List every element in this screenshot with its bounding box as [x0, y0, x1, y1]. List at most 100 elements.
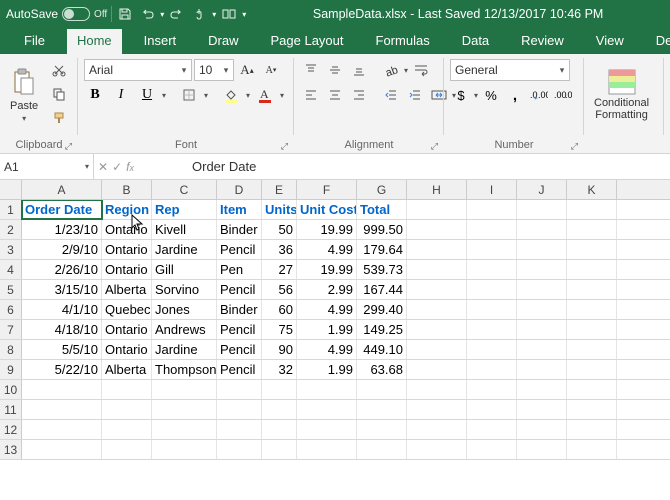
row-header[interactable]: 8 [0, 340, 22, 359]
cell[interactable] [467, 260, 517, 279]
italic-button[interactable]: I [110, 84, 132, 106]
align-right-icon[interactable] [348, 84, 370, 106]
spreadsheet-grid[interactable]: ABCDEFGHIJK 1Order DateRegionRepItemUnit… [0, 180, 670, 500]
grow-font-icon[interactable]: A▴ [236, 59, 258, 81]
enter-formula-icon[interactable]: ✓ [112, 160, 122, 174]
undo-icon[interactable] [138, 5, 156, 23]
tab-insert[interactable]: Insert [134, 29, 187, 54]
cell[interactable] [567, 340, 617, 359]
cell[interactable] [467, 320, 517, 339]
cell[interactable]: 19.99 [297, 220, 357, 239]
cell[interactable]: 449.10 [357, 340, 407, 359]
row-header[interactable]: 3 [0, 240, 22, 259]
font-size-combo[interactable]: 10▾ [194, 59, 234, 81]
column-header[interactable]: G [357, 180, 407, 199]
cell[interactable]: 4/1/10 [22, 300, 102, 319]
tab-formulas[interactable]: Formulas [366, 29, 440, 54]
row-header[interactable]: 5 [0, 280, 22, 299]
cell[interactable] [297, 420, 357, 439]
column-header[interactable]: B [102, 180, 152, 199]
cell[interactable]: 999.50 [357, 220, 407, 239]
cell[interactable] [517, 240, 567, 259]
cell[interactable]: 50 [262, 220, 297, 239]
cell[interactable] [407, 340, 467, 359]
conditional-formatting-button[interactable]: ConditionalFormatting [590, 57, 653, 133]
name-box[interactable]: A1 ▾ [0, 154, 94, 179]
save-icon[interactable] [116, 5, 134, 23]
cell[interactable] [567, 300, 617, 319]
cell[interactable]: Region [102, 200, 152, 219]
cell[interactable] [407, 220, 467, 239]
cell[interactable] [217, 440, 262, 459]
column-header[interactable]: H [407, 180, 467, 199]
cell[interactable]: Units [262, 200, 297, 219]
redo-icon[interactable] [168, 5, 186, 23]
cell[interactable] [467, 200, 517, 219]
fill-color-icon[interactable] [220, 84, 242, 106]
percent-icon[interactable]: % [480, 84, 502, 106]
cut-icon[interactable] [48, 59, 70, 81]
font-color-icon[interactable]: A [254, 84, 276, 106]
cell[interactable] [467, 420, 517, 439]
cell[interactable]: Pencil [217, 240, 262, 259]
cell[interactable] [297, 440, 357, 459]
cell[interactable]: 299.40 [357, 300, 407, 319]
cell[interactable]: Pencil [217, 280, 262, 299]
cell[interactable] [407, 400, 467, 419]
align-top-icon[interactable] [300, 59, 322, 81]
cell[interactable] [467, 240, 517, 259]
alignment-launcher-icon[interactable]: ⤢ [431, 141, 438, 152]
cell[interactable] [102, 420, 152, 439]
cell[interactable]: Pencil [217, 340, 262, 359]
cell[interactable] [567, 220, 617, 239]
compare-icon[interactable] [220, 5, 238, 23]
cell[interactable]: Jardine [152, 340, 217, 359]
cell[interactable] [467, 280, 517, 299]
cell[interactable] [567, 260, 617, 279]
cell[interactable] [102, 380, 152, 399]
cell[interactable] [517, 400, 567, 419]
cell[interactable] [407, 320, 467, 339]
cell[interactable]: 539.73 [357, 260, 407, 279]
cell[interactable] [22, 400, 102, 419]
cell[interactable] [297, 380, 357, 399]
row-header[interactable]: 12 [0, 420, 22, 439]
align-bottom-icon[interactable] [348, 59, 370, 81]
cell[interactable] [152, 380, 217, 399]
paste-button[interactable]: Paste ▾ [6, 57, 42, 133]
cell[interactable] [567, 420, 617, 439]
increase-indent-icon[interactable] [404, 84, 426, 106]
cell[interactable]: 179.64 [357, 240, 407, 259]
row-header[interactable]: 10 [0, 380, 22, 399]
cell[interactable] [567, 380, 617, 399]
cell[interactable] [22, 380, 102, 399]
increase-decimal-icon[interactable]: .0.00 [528, 84, 550, 106]
select-all-corner[interactable] [0, 180, 22, 199]
currency-icon[interactable]: $ [450, 84, 472, 106]
cell[interactable] [467, 300, 517, 319]
column-header[interactable]: E [262, 180, 297, 199]
cell[interactable]: 167.44 [357, 280, 407, 299]
row-header[interactable]: 9 [0, 360, 22, 379]
cell[interactable]: 1.99 [297, 320, 357, 339]
cell[interactable]: 1.99 [297, 360, 357, 379]
cell[interactable]: 2.99 [297, 280, 357, 299]
row-header[interactable]: 1 [0, 200, 22, 219]
cell[interactable]: Unit Cost [297, 200, 357, 219]
cell[interactable]: Binder [217, 220, 262, 239]
cell[interactable] [102, 400, 152, 419]
cell[interactable]: Total [357, 200, 407, 219]
align-center-icon[interactable] [324, 84, 346, 106]
cell[interactable] [262, 440, 297, 459]
cell[interactable] [357, 420, 407, 439]
cell[interactable] [407, 420, 467, 439]
font-launcher-icon[interactable]: ⤢ [281, 141, 288, 152]
cell[interactable]: 4.99 [297, 340, 357, 359]
cell[interactable] [407, 240, 467, 259]
cell[interactable]: 5/5/10 [22, 340, 102, 359]
cell[interactable] [567, 360, 617, 379]
borders-icon[interactable] [178, 84, 200, 106]
wrap-text-icon[interactable] [410, 59, 432, 81]
cell[interactable]: Kivell [152, 220, 217, 239]
cell[interactable]: 56 [262, 280, 297, 299]
